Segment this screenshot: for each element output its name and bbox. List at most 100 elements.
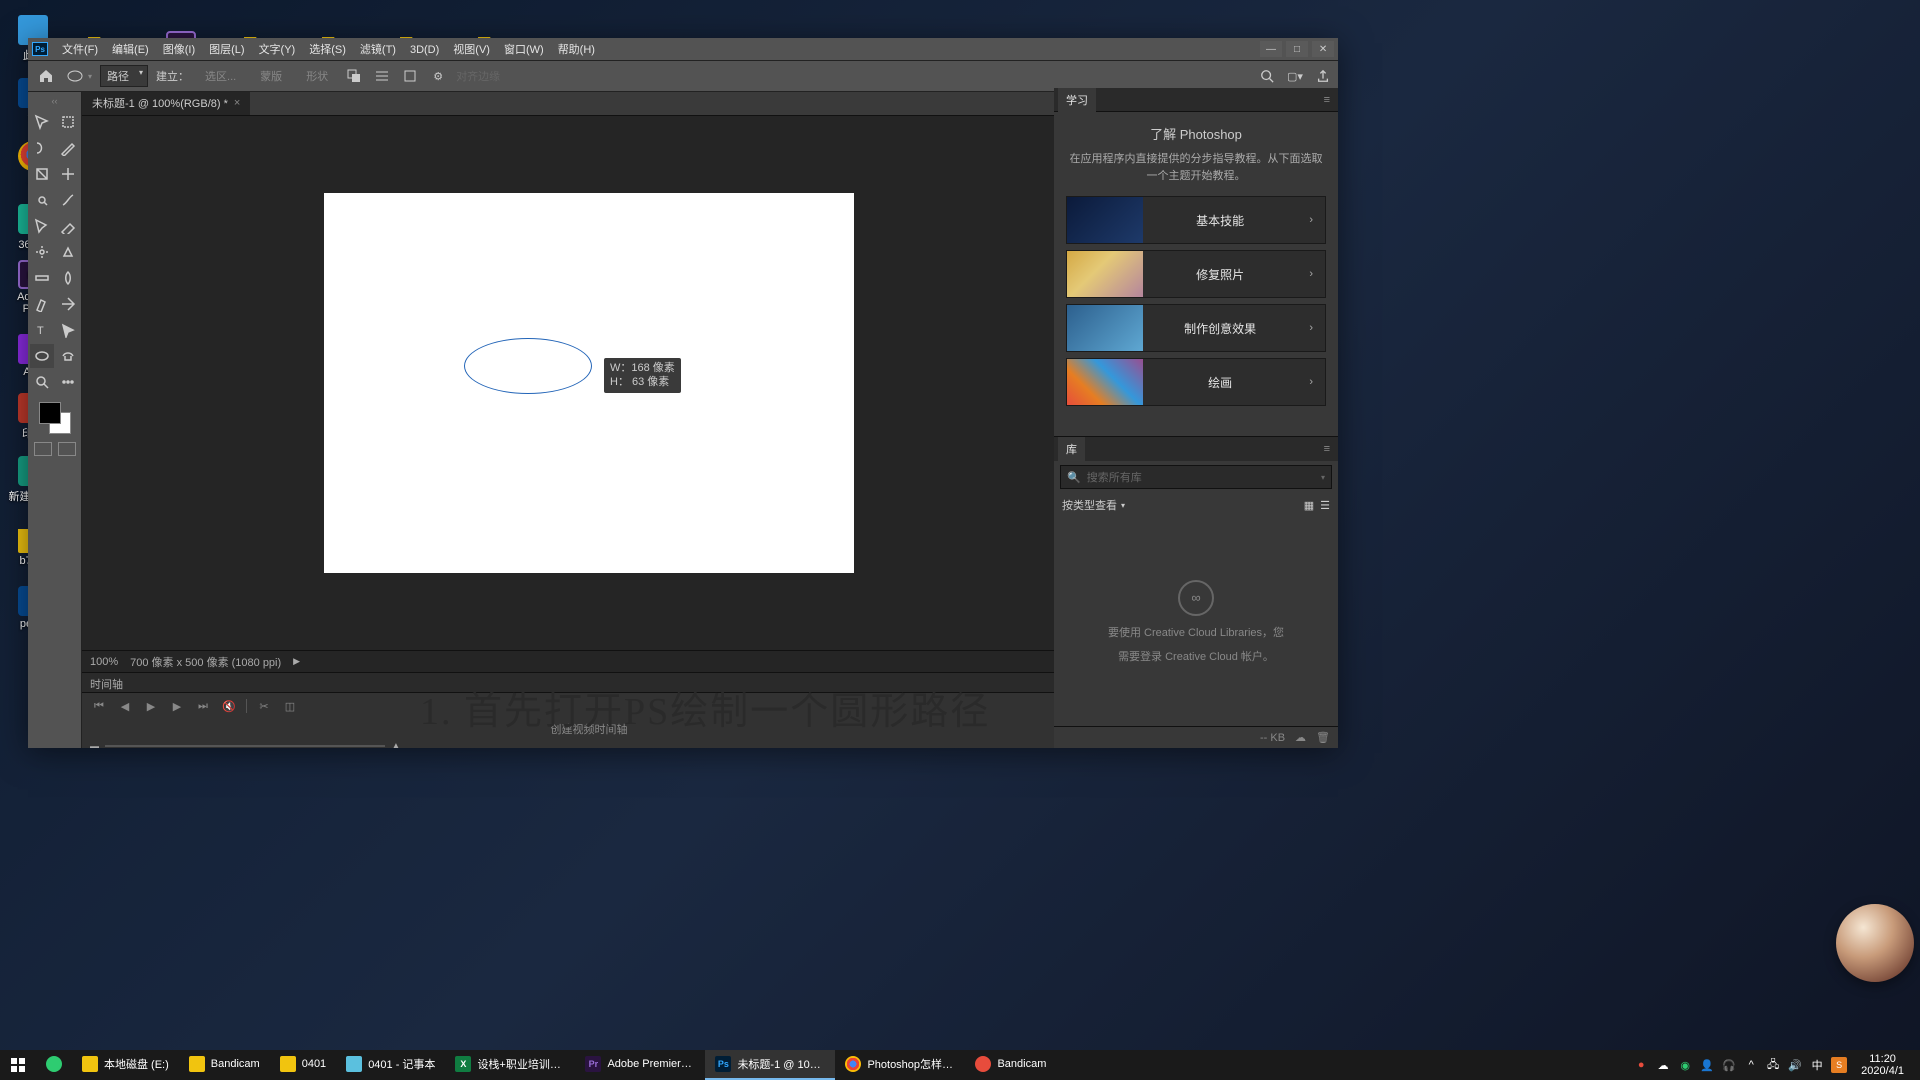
taskbar-item[interactable]: Ps未标题-1 @ 100%... xyxy=(705,1050,835,1080)
timeline-prev-icon[interactable]: ◀ xyxy=(116,698,134,714)
workspace-icon[interactable]: ▢▾ xyxy=(1286,67,1304,85)
share-icon[interactable] xyxy=(1314,67,1332,85)
menu-item[interactable]: 选择(S) xyxy=(302,41,353,59)
tray-ime-icon[interactable]: 中 xyxy=(1809,1057,1825,1073)
tray-up-icon[interactable]: ^ xyxy=(1743,1057,1759,1073)
panel-menu-icon[interactable]: ≡ xyxy=(1320,94,1334,106)
taskbar-item[interactable]: Bandicam xyxy=(965,1050,1056,1080)
tray-record-icon[interactable]: ● xyxy=(1633,1057,1649,1073)
path-tool[interactable] xyxy=(56,318,80,342)
hand-tool[interactable] xyxy=(56,344,80,368)
lasso-tool[interactable] xyxy=(30,136,54,160)
ellipse-path[interactable] xyxy=(464,338,592,394)
grid-view-icon[interactable]: ▦ xyxy=(1304,499,1314,512)
menu-item[interactable]: 图像(I) xyxy=(156,41,202,59)
menu-item[interactable]: 3D(D) xyxy=(403,41,446,59)
document-tab[interactable]: 未标题-1 @ 100%(RGB/8) * × xyxy=(82,92,250,115)
timeline-first-icon[interactable]: ⏮ xyxy=(90,698,108,714)
pen-tool[interactable] xyxy=(56,292,80,316)
learn-card[interactable]: 修复照片› xyxy=(1066,250,1326,298)
text-tool[interactable]: T xyxy=(30,318,54,342)
maximize-button[interactable]: □ xyxy=(1286,41,1308,57)
home-button[interactable] xyxy=(34,64,58,88)
build-shape[interactable]: 形状 xyxy=(298,66,336,86)
marquee-tool[interactable] xyxy=(56,110,80,134)
doc-info[interactable]: 700 像素 x 500 像素 (1080 ppi) xyxy=(130,654,281,670)
tray-wechat-icon[interactable]: ◉ xyxy=(1677,1057,1693,1073)
close-button[interactable]: ✕ xyxy=(1312,41,1334,57)
tray-people-icon[interactable]: 👤 xyxy=(1699,1057,1715,1073)
library-filter-select[interactable]: 按类型查看 ▾ ▦ ☰ xyxy=(1054,493,1338,517)
learn-card[interactable]: 制作创意效果› xyxy=(1066,304,1326,352)
timeline-cut-icon[interactable]: ✂ xyxy=(255,698,273,714)
taskbar-item[interactable]: 本地磁盘 (E:) xyxy=(72,1050,179,1080)
learn-card[interactable]: 基本技能› xyxy=(1066,196,1326,244)
path-ops-icon[interactable] xyxy=(344,66,364,86)
move-tool[interactable] xyxy=(30,110,54,134)
menu-item[interactable]: 文件(F) xyxy=(55,41,105,59)
tray-network-icon[interactable]: 🖧 xyxy=(1765,1057,1781,1073)
timeline-transition-icon[interactable]: ◫ xyxy=(281,698,299,714)
timeline-next-icon[interactable]: ▶ xyxy=(168,698,186,714)
panel-menu-icon[interactable]: ≡ xyxy=(1320,443,1334,455)
brush-tool[interactable] xyxy=(30,214,54,238)
crop-tool[interactable] xyxy=(30,162,54,186)
build-mask[interactable]: 蒙版 xyxy=(252,66,290,86)
list-view-icon[interactable]: ☰ xyxy=(1320,499,1330,512)
path-mode-select[interactable]: 路径 xyxy=(100,65,148,87)
tray-volume-icon[interactable]: 🔊 xyxy=(1787,1057,1803,1073)
build-selection[interactable]: 选区... xyxy=(197,66,244,86)
menu-item[interactable]: 图层(L) xyxy=(202,41,251,59)
library-search[interactable]: 🔍 搜索所有库 ▾ xyxy=(1060,465,1332,489)
timeline-play-icon[interactable]: ▶ xyxy=(142,698,160,714)
collapse-toolbar[interactable]: ‹‹ xyxy=(30,96,79,106)
timeline-last-icon[interactable]: ⏭ xyxy=(194,698,212,714)
close-tab-icon[interactable]: × xyxy=(234,97,240,109)
tab-library[interactable]: 库 xyxy=(1058,437,1085,461)
tray-audio-icon[interactable]: 🎧 xyxy=(1721,1057,1737,1073)
cloud-icon[interactable]: ☁ xyxy=(1295,731,1306,744)
taskbar-clock[interactable]: 11:20 2020/4/1 xyxy=(1853,1053,1912,1077)
history-brush-tool[interactable] xyxy=(30,240,54,264)
edit-mode[interactable] xyxy=(30,442,79,456)
tool-preset[interactable]: ▾ xyxy=(66,69,92,83)
arrange-icon[interactable] xyxy=(400,66,420,86)
timeline-mute-icon[interactable]: 🔇 xyxy=(220,698,238,714)
dodge-tool[interactable] xyxy=(30,292,54,316)
align-icon[interactable] xyxy=(372,66,392,86)
menu-item[interactable]: 文字(Y) xyxy=(252,41,303,59)
healing-tool[interactable] xyxy=(56,188,80,212)
gear-icon[interactable]: ⚙ xyxy=(428,66,448,86)
zoom-tool[interactable] xyxy=(30,370,54,394)
zoom-level[interactable]: 100% xyxy=(90,656,118,668)
eyedropper-tool[interactable] xyxy=(30,188,54,212)
edit-toolbar[interactable] xyxy=(56,370,80,394)
tray-onedrive-icon[interactable]: ☁ xyxy=(1655,1057,1671,1073)
timeline-zoom-slider[interactable] xyxy=(105,745,385,747)
menu-item[interactable]: 视图(V) xyxy=(446,41,497,59)
minimize-button[interactable]: — xyxy=(1260,41,1282,57)
menu-item[interactable]: 窗口(W) xyxy=(497,41,551,59)
taskbar-item[interactable]: 0401 xyxy=(270,1050,336,1080)
canvas-viewport[interactable]: W：168 像素 H： 63 像素 xyxy=(82,116,1096,650)
menu-item[interactable]: 编辑(E) xyxy=(105,41,156,59)
blur-tool[interactable] xyxy=(56,266,80,290)
trash-icon[interactable]: 🗑 xyxy=(1316,731,1330,744)
taskbar-item[interactable]: Bandicam xyxy=(179,1050,270,1080)
floating-avatar[interactable] xyxy=(1836,904,1914,982)
tab-learn[interactable]: 学习 xyxy=(1058,88,1096,112)
tray-input-icon[interactable]: S xyxy=(1831,1057,1847,1073)
learn-card[interactable]: 绘画› xyxy=(1066,358,1326,406)
mountain-icon[interactable]: ▲ xyxy=(391,741,401,749)
gradient-tool[interactable] xyxy=(30,266,54,290)
frame-tool[interactable] xyxy=(56,162,80,186)
menu-item[interactable]: 滤镜(T) xyxy=(353,41,403,59)
info-arrow-icon[interactable]: ▶ xyxy=(293,656,300,667)
taskbar-item[interactable]: X设栈+职业培训+策... xyxy=(445,1050,575,1080)
start-button[interactable] xyxy=(0,1050,36,1080)
clone-tool[interactable] xyxy=(56,214,80,238)
canvas[interactable]: W：168 像素 H： 63 像素 xyxy=(324,193,854,573)
search-icon[interactable] xyxy=(1258,67,1276,85)
eraser-tool[interactable] xyxy=(56,240,80,264)
ellipse-tool[interactable] xyxy=(30,344,54,368)
